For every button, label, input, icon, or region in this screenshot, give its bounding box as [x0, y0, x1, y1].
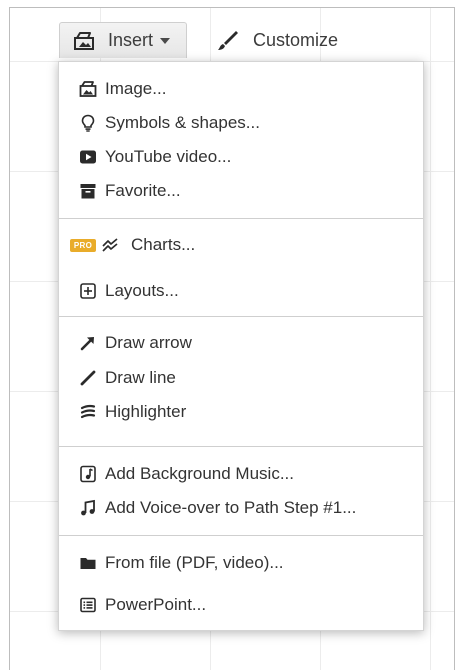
chart-line-icon: [102, 238, 118, 252]
music-note-icon: [81, 499, 95, 516]
menu-item-favorite[interactable]: Favorite...: [59, 176, 423, 206]
plus-square-icon: [80, 283, 96, 299]
menu-item-highlighter[interactable]: Highlighter: [59, 397, 423, 427]
insert-button-label: Insert: [108, 30, 154, 50]
youtube-play-icon: [80, 150, 96, 164]
menu-item-powerpoint[interactable]: PowerPoint...: [59, 590, 423, 620]
menu-item-label: Charts...: [131, 235, 196, 254]
menu-item-label: Add Voice-over to Path Step #1...: [105, 498, 357, 517]
menu-item-add-background-music[interactable]: Add Background Music...: [59, 459, 423, 489]
line-icon: [80, 370, 96, 386]
chevron-down-icon: [160, 37, 171, 44]
customize-button[interactable]: Customize: [217, 29, 338, 51]
archive-box-icon: [80, 184, 96, 199]
menu-item-label: From file (PDF, video)...: [105, 553, 284, 572]
insert-image-icon: [74, 31, 94, 50]
menu-item-symbols-shapes[interactable]: Symbols & shapes...: [59, 108, 423, 138]
image-icon: [79, 81, 97, 97]
menu-item-label: Favorite...: [105, 181, 181, 200]
menu-item-draw-line[interactable]: Draw line: [59, 363, 423, 393]
menu-item-charts[interactable]: PRO Charts...: [59, 230, 423, 260]
grid-line: [430, 8, 431, 670]
highlighter-icon: [80, 404, 96, 419]
folder-icon: [80, 558, 96, 569]
menu-item-label: Draw arrow: [105, 333, 192, 352]
menu-item-draw-arrow[interactable]: Draw arrow: [59, 328, 423, 358]
menu-separator: [59, 446, 423, 447]
menu-item-label: Image...: [105, 79, 167, 98]
menu-item-from-file[interactable]: From file (PDF, video)...: [59, 548, 423, 578]
music-file-icon: [80, 465, 96, 483]
menu-item-label: Layouts...: [105, 281, 179, 300]
menu-item-add-voice-over[interactable]: Add Voice-over to Path Step #1...: [59, 493, 423, 523]
menu-item-youtube-video[interactable]: YouTube video...: [59, 142, 423, 172]
menu-item-label: Add Background Music...: [105, 464, 294, 483]
menu-item-image[interactable]: Image...: [59, 74, 423, 104]
lightbulb-icon: [81, 114, 95, 132]
pro-badge: PRO: [70, 238, 96, 252]
customize-button-label: Customize: [253, 29, 339, 50]
insert-button[interactable]: Insert: [59, 22, 187, 58]
brush-icon: [218, 31, 238, 50]
menu-separator: [59, 316, 423, 317]
menu-item-label: Symbols & shapes...: [105, 113, 260, 132]
menu-separator: [59, 218, 423, 219]
menu-item-label: PowerPoint...: [105, 595, 207, 614]
insert-dropdown-menu: Image... Symbols & shapes... YouTube vid…: [58, 61, 424, 631]
menu-item-label: YouTube video...: [105, 147, 232, 166]
menu-item-label: Draw line: [105, 368, 176, 387]
arrow-icon: [80, 337, 94, 351]
menu-separator: [59, 535, 423, 536]
toolbar: Insert Customize: [0, 0, 463, 60]
list-document-icon: [80, 597, 96, 613]
menu-item-label: Highlighter: [105, 402, 187, 421]
menu-item-layouts[interactable]: Layouts...: [59, 276, 423, 306]
